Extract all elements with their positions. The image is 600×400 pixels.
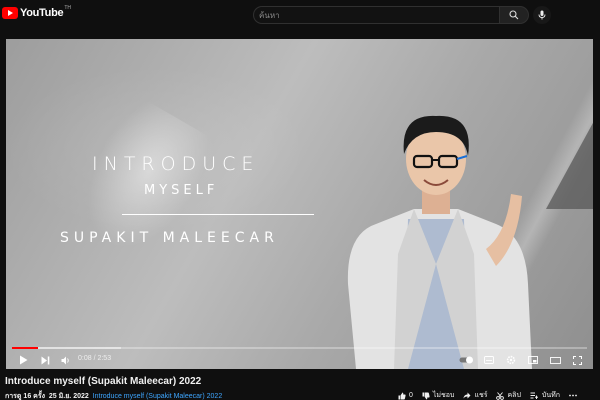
player-controls: 0:08 / 2:53 <box>6 351 593 369</box>
masthead: YouTube TH <box>0 0 600 30</box>
time-display: 0:08 / 2:53 <box>78 355 111 362</box>
play-icon <box>19 355 27 365</box>
video-player[interactable]: INTRODUCE MYSELF SUPAKIT MALEECAR 0:08 /… <box>6 39 593 369</box>
progress-bar[interactable] <box>12 347 587 349</box>
time-current: 0:08 <box>78 355 92 362</box>
overlay-title-myself: MYSELF <box>144 183 219 198</box>
play-button[interactable] <box>16 351 30 369</box>
fullscreen-button[interactable] <box>570 351 584 369</box>
dislike-label: ไม่ชอบ <box>432 392 455 399</box>
save-button[interactable]: บันทึก <box>530 390 560 400</box>
settings-icon <box>506 355 516 365</box>
dislike-icon <box>422 392 430 399</box>
search-input[interactable] <box>253 6 499 24</box>
overlay-title-introduce: INTRODUCE <box>92 153 260 175</box>
mic-icon <box>538 10 546 20</box>
overlay-name: SUPAKIT MALEECAR <box>60 230 279 246</box>
search-box <box>253 6 529 24</box>
clip-button[interactable]: คลิป <box>496 390 521 400</box>
next-button[interactable] <box>38 351 52 369</box>
share-label: แชร์ <box>474 392 488 399</box>
clip-label: คลิป <box>507 392 521 399</box>
subtitles-button[interactable] <box>482 351 496 369</box>
overlay-divider <box>122 214 314 215</box>
autoplay-toggle[interactable] <box>458 351 474 369</box>
presenter-figure <box>347 115 532 369</box>
save-icon <box>530 392 538 399</box>
video-meta: การดู 16 ครั้ง 25 มิ.ย. 2022 Introduce m… <box>5 391 222 400</box>
theater-button[interactable] <box>548 351 562 369</box>
fullscreen-icon <box>572 355 582 365</box>
miniplayer-button[interactable] <box>526 351 540 369</box>
more-icon <box>569 394 577 397</box>
progress-played <box>12 347 39 349</box>
clip-icon <box>496 391 505 400</box>
next-icon <box>41 356 49 364</box>
autoplay-toggle-icon <box>459 356 473 364</box>
more-button[interactable] <box>569 394 580 397</box>
voice-search-button[interactable] <box>533 6 551 24</box>
like-count: 0 <box>409 392 413 399</box>
description-link[interactable]: Introduce myself (Supakit Maleecar) 2022 <box>93 393 223 400</box>
volume-icon <box>61 356 69 364</box>
like-button[interactable]: 0 <box>398 392 413 400</box>
action-bar: 0 ไม่ชอบ แชร์ คลิป บันทึก <box>398 391 589 400</box>
search-button[interactable] <box>499 6 529 24</box>
save-label: บันทึก <box>541 392 560 399</box>
video-frame[interactable]: INTRODUCE MYSELF SUPAKIT MALEECAR <box>6 39 593 369</box>
volume-button[interactable] <box>59 351 73 369</box>
time-total: 2:53 <box>97 355 112 362</box>
share-icon <box>463 392 471 399</box>
settings-button[interactable] <box>504 351 518 369</box>
search-icon <box>509 10 519 20</box>
youtube-logo-icon <box>2 7 18 19</box>
view-count: การดู 16 ครั้ง <box>5 393 46 400</box>
upload-date: 25 มิ.ย. 2022 <box>48 393 89 400</box>
youtube-logo[interactable]: YouTube TH <box>0 5 71 19</box>
miniplayer-icon <box>528 356 538 364</box>
logo-text: YouTube <box>20 7 64 19</box>
share-button[interactable]: แชร์ <box>463 390 487 400</box>
subtitles-icon <box>484 356 494 364</box>
theater-icon <box>549 356 561 364</box>
video-title: Introduce myself (Supakit Maleecar) 2022 <box>5 376 202 387</box>
dislike-button[interactable]: ไม่ชอบ <box>422 390 455 400</box>
logo-country-code: TH <box>64 5 71 11</box>
like-icon <box>398 392 406 399</box>
